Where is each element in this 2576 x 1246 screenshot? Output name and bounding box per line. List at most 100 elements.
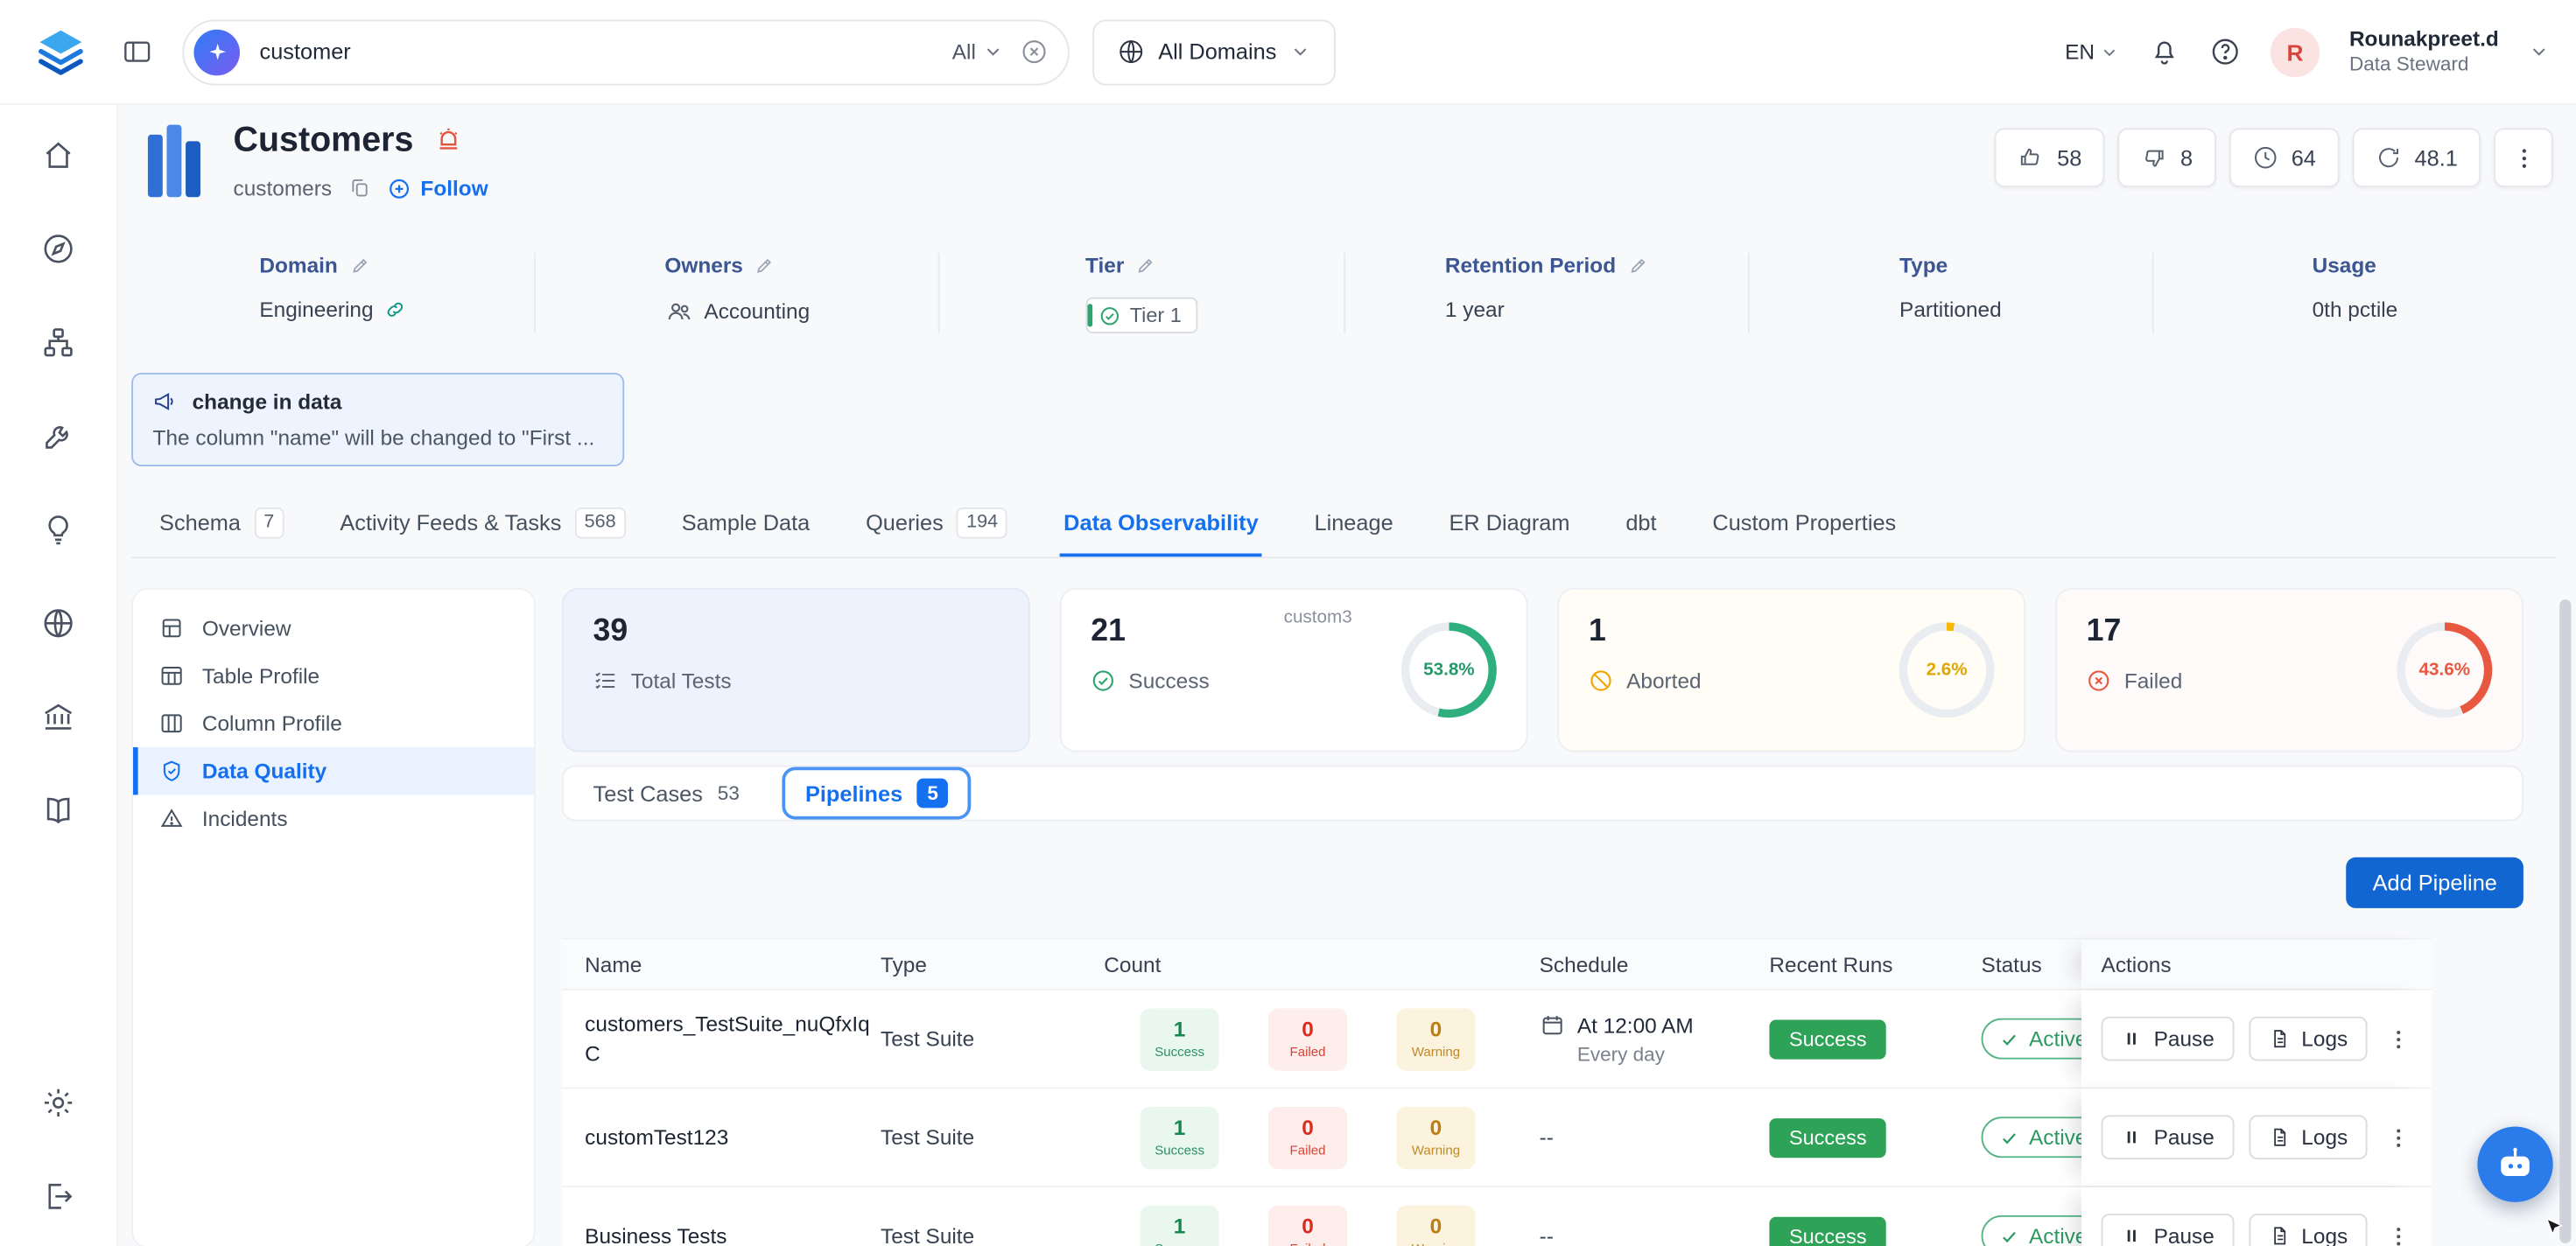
tab-lineage[interactable]: Lineage bbox=[1311, 496, 1397, 556]
rail-item-insights[interactable] bbox=[29, 500, 88, 559]
tab-dbt[interactable]: dbt bbox=[1623, 496, 1660, 556]
edit-pencil-icon[interactable] bbox=[755, 256, 775, 276]
rail-item-data-assets[interactable] bbox=[29, 312, 88, 372]
announcement-alert-icon[interactable] bbox=[433, 125, 463, 155]
copy-icon[interactable] bbox=[348, 177, 371, 200]
meta-type: Type Partitioned bbox=[1747, 253, 2151, 333]
follow-label: Follow bbox=[420, 176, 488, 200]
upvote-button[interactable]: 58 bbox=[1995, 128, 2105, 187]
pipeline-name[interactable]: customTest123 bbox=[585, 1124, 748, 1149]
meta-domain: Domain Engineering bbox=[131, 253, 534, 333]
language-label: EN bbox=[2065, 39, 2095, 64]
edit-pencil-icon[interactable] bbox=[1135, 256, 1155, 276]
row-kebab-menu-icon[interactable] bbox=[2383, 1121, 2416, 1154]
rail-item-govern[interactable] bbox=[29, 687, 88, 746]
domain-value[interactable]: Engineering bbox=[259, 298, 373, 322]
domains-filter-button[interactable]: All Domains bbox=[1092, 19, 1336, 85]
user-role: Data Steward bbox=[2349, 52, 2499, 77]
help-button[interactable] bbox=[2209, 36, 2241, 67]
summary-card-failed: 17 Failed 43.6% bbox=[2055, 588, 2523, 752]
tab-pipelines[interactable]: Pipelines 5 bbox=[783, 767, 972, 820]
lightbulb-icon bbox=[41, 512, 75, 546]
ai-sparkle-icon[interactable] bbox=[193, 29, 240, 75]
subnav-item-data-quality[interactable]: Data Quality bbox=[133, 747, 534, 794]
subnav-item-table-profile[interactable]: Table Profile bbox=[133, 652, 534, 699]
owners-value[interactable]: Accounting bbox=[704, 299, 810, 324]
score-value: 48.1 bbox=[2415, 145, 2458, 170]
tab-er-diagram[interactable]: ER Diagram bbox=[1446, 496, 1574, 556]
app-logo-icon[interactable] bbox=[33, 24, 93, 80]
wrench-icon bbox=[41, 418, 75, 452]
row-kebab-menu-icon[interactable] bbox=[2383, 1022, 2416, 1055]
logs-button[interactable]: Logs bbox=[2249, 1214, 2368, 1246]
chat-bot-icon bbox=[2494, 1143, 2537, 1186]
global-search[interactable]: All bbox=[182, 19, 1070, 85]
notifications-button[interactable] bbox=[2149, 36, 2180, 67]
add-pipeline-button[interactable]: Add Pipeline bbox=[2347, 858, 2523, 908]
failed-count-pill: 0Failed bbox=[1268, 1205, 1347, 1246]
rail-item-knowledge-center[interactable] bbox=[29, 780, 88, 840]
donut-tooltip-text: custom3 bbox=[1284, 607, 1352, 627]
tab-sample-data[interactable]: Sample Data bbox=[678, 496, 813, 556]
recent-run-badge[interactable]: Success bbox=[1769, 1216, 1886, 1246]
pipeline-name[interactable]: Business Tests bbox=[585, 1222, 747, 1246]
tier-badge[interactable]: Tier 1 bbox=[1085, 298, 1198, 333]
logs-button[interactable]: Logs bbox=[2249, 1017, 2368, 1061]
announcement-title: change in data bbox=[193, 389, 342, 414]
refresh-icon bbox=[2375, 144, 2401, 171]
retention-value: 1 year bbox=[1445, 298, 1505, 322]
rail-item-explore[interactable] bbox=[29, 219, 88, 278]
tab-data-observability[interactable]: Data Observability bbox=[1060, 496, 1261, 556]
chevron-down-icon bbox=[982, 41, 1003, 62]
search-scope-dropdown[interactable]: All bbox=[952, 39, 1004, 64]
subnav-item-incidents[interactable]: Incidents bbox=[133, 794, 534, 842]
pause-button[interactable]: Pause bbox=[2102, 1115, 2235, 1159]
recent-run-badge[interactable]: Success bbox=[1769, 1019, 1886, 1059]
rail-item-services[interactable] bbox=[29, 406, 88, 466]
follow-button[interactable]: Follow bbox=[388, 176, 488, 200]
book-icon bbox=[41, 793, 75, 827]
pause-icon bbox=[2121, 1225, 2142, 1246]
rail-item-home[interactable] bbox=[29, 125, 88, 185]
sidebar-toggle-button[interactable] bbox=[115, 30, 159, 74]
views-button[interactable]: 64 bbox=[2229, 128, 2339, 187]
app-root: All All Domains EN R bbox=[0, 0, 2576, 1246]
tab-test-cases[interactable]: Test Cases 53 bbox=[593, 780, 740, 805]
score-button[interactable]: 48.1 bbox=[2352, 128, 2481, 187]
logs-button[interactable]: Logs bbox=[2249, 1115, 2368, 1159]
tab-queries[interactable]: Queries194 bbox=[862, 496, 1011, 556]
edit-pencil-icon[interactable] bbox=[1627, 256, 1647, 276]
user-avatar[interactable]: R bbox=[2271, 27, 2320, 76]
schedule-time: At 12:00 AM bbox=[1577, 1012, 1694, 1037]
link-icon[interactable] bbox=[385, 299, 406, 320]
chevron-down-icon[interactable] bbox=[2529, 41, 2550, 62]
pause-button[interactable]: Pause bbox=[2102, 1017, 2235, 1061]
tab-schema[interactable]: Schema7 bbox=[156, 496, 287, 556]
warning-count-pill: 0Warning bbox=[1396, 1106, 1475, 1168]
edit-pencil-icon[interactable] bbox=[349, 256, 369, 276]
metadata-strip: Domain Engineering Owners Accounting Tie… bbox=[131, 240, 2556, 360]
vertical-scrollbar[interactable] bbox=[2559, 599, 2571, 1243]
announcement-banner[interactable]: change in data The column "name" will be… bbox=[131, 373, 624, 466]
user-menu[interactable]: Rounakpreet.d Data Steward bbox=[2349, 26, 2499, 78]
search-input[interactable] bbox=[256, 38, 936, 66]
chevron-down-icon bbox=[1289, 41, 1310, 62]
subnav-item-overview[interactable]: Overview bbox=[133, 605, 534, 652]
type-label: Type bbox=[1899, 253, 1948, 277]
tab-activity-feeds[interactable]: Activity Feeds & Tasks568 bbox=[337, 496, 629, 556]
language-selector[interactable]: EN bbox=[2065, 39, 2119, 64]
pause-button[interactable]: Pause bbox=[2102, 1214, 2235, 1246]
entity-more-menu-button[interactable] bbox=[2494, 128, 2553, 187]
downvote-button[interactable]: 8 bbox=[2118, 128, 2216, 187]
support-chat-button[interactable] bbox=[2477, 1127, 2552, 1202]
pipeline-name[interactable]: customers_TestSuite_nuQfxIqC bbox=[585, 1011, 869, 1065]
clear-search-icon[interactable] bbox=[1021, 38, 1049, 66]
rail-item-logout[interactable] bbox=[29, 1166, 88, 1226]
rail-item-settings[interactable] bbox=[29, 1073, 88, 1132]
entity-fqn: customers bbox=[234, 176, 333, 200]
tab-custom-properties[interactable]: Custom Properties bbox=[1709, 496, 1899, 556]
row-kebab-menu-icon[interactable] bbox=[2383, 1220, 2416, 1246]
recent-run-badge[interactable]: Success bbox=[1769, 1117, 1886, 1157]
rail-item-domains[interactable] bbox=[29, 593, 88, 653]
subnav-item-column-profile[interactable]: Column Profile bbox=[133, 700, 534, 747]
